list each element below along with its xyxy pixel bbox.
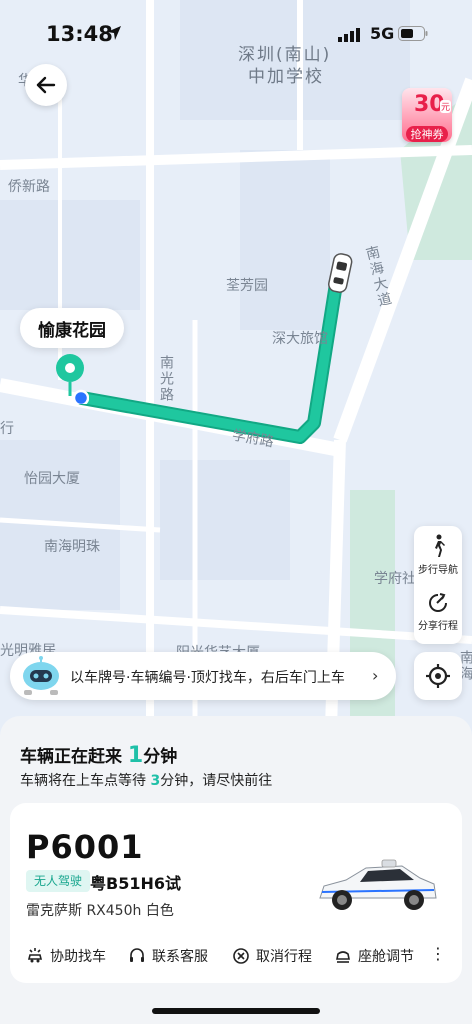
side-tools: 步行导航 分享行程 — [414, 526, 462, 644]
network-type: 5G — [370, 24, 395, 43]
headset-icon — [130, 948, 144, 962]
map-label-qiaoxin-road: 侨新路 — [8, 179, 50, 195]
battery-icon — [398, 26, 428, 41]
find-car-icon — [27, 948, 43, 963]
locate-me-button[interactable] — [414, 652, 462, 700]
share-trip-button[interactable]: 分享行程 — [414, 592, 462, 632]
autonomous-tag: 无人驾驶 — [26, 870, 91, 892]
home-indicator — [152, 1008, 320, 1014]
status-time: 13:48 — [46, 22, 113, 46]
cancel-trip-button[interactable]: 取消行程 — [232, 946, 312, 966]
share-trip-label: 分享行程 — [418, 621, 458, 632]
map-label-nanhai-mingzhu: 南海明珠 — [44, 539, 100, 555]
coupon-unit: 元 — [440, 100, 452, 113]
find-car-hint-text: 以车牌号·车辆编号·顶灯找车，右后车门上车 — [70, 670, 345, 686]
robot-assistant-icon — [23, 656, 59, 695]
back-arrow-icon — [36, 76, 56, 94]
crosshair-icon — [426, 664, 450, 688]
status-bar: 13:48 5G — [0, 0, 472, 70]
license-plate: 粤B51H6试 — [90, 874, 181, 893]
signal-icon — [338, 28, 360, 42]
walking-icon — [435, 534, 445, 557]
map-label-hang: 行 — [0, 421, 14, 437]
find-car-hint-bar[interactable]: 以车牌号·车辆编号·顶灯找车，右后车门上车 › — [10, 652, 396, 700]
map-label-yiyuan: 怡园大厦 — [24, 471, 80, 487]
eta-title-suffix: 分钟 — [143, 747, 178, 767]
contact-support-button[interactable]: 联系客服 — [128, 946, 208, 966]
cabin-adjust-button[interactable]: 座舱调节 — [334, 946, 414, 966]
cancel-trip-label: 取消行程 — [256, 949, 312, 965]
cabin-adjust-label: 座舱调节 — [358, 949, 414, 965]
eta-wait-minutes: 3 — [150, 773, 161, 789]
eta-wait-text: 车辆将在上车点等待 3分钟，请尽快前往 — [20, 770, 272, 790]
cancel-icon — [233, 948, 249, 964]
map-label-nanguang-road: 南光路 — [158, 355, 174, 403]
vehicle-code: P6001 — [26, 828, 144, 866]
chevron-right-icon: › — [372, 666, 379, 685]
contact-support-label: 联系客服 — [152, 949, 208, 965]
assist-find-car-label: 协助找车 — [50, 949, 106, 965]
more-options-icon[interactable]: ⋮ — [430, 944, 446, 963]
car-marker-icon — [328, 253, 353, 293]
eta-sub-prefix: 车辆将在上车点等待 — [20, 773, 146, 789]
location-arrow-icon — [107, 26, 121, 40]
pickup-location-bubble[interactable]: 愉康花园 — [20, 308, 124, 348]
eta-title: 车辆正在赶来 1分钟 — [20, 742, 177, 768]
vehicle-image — [319, 859, 437, 910]
coupon-label: 抢神券 — [406, 126, 448, 142]
coupon-button[interactable]: 30 元 抢神券 — [402, 88, 452, 142]
share-icon — [429, 593, 447, 612]
eta-sub-suffix: 分钟，请尽快前往 — [160, 773, 273, 789]
back-button[interactable] — [25, 64, 67, 106]
map-label-shenda: 深大旅馆 — [272, 331, 328, 347]
eta-minutes: 1 — [127, 743, 144, 768]
eta-title-prefix: 车辆正在赶来 — [20, 747, 122, 767]
walk-navigation-button[interactable]: 步行导航 — [414, 534, 462, 576]
pickup-pin-icon — [56, 354, 89, 404]
assist-find-car-button[interactable]: 协助找车 — [26, 946, 106, 966]
walk-navigation-label: 步行导航 — [418, 565, 458, 576]
map-label-quanfang: 荃芳园 — [226, 278, 268, 294]
seat-icon — [336, 951, 350, 963]
vehicle-model: 雷克萨斯 RX450h 白色 — [26, 903, 174, 919]
